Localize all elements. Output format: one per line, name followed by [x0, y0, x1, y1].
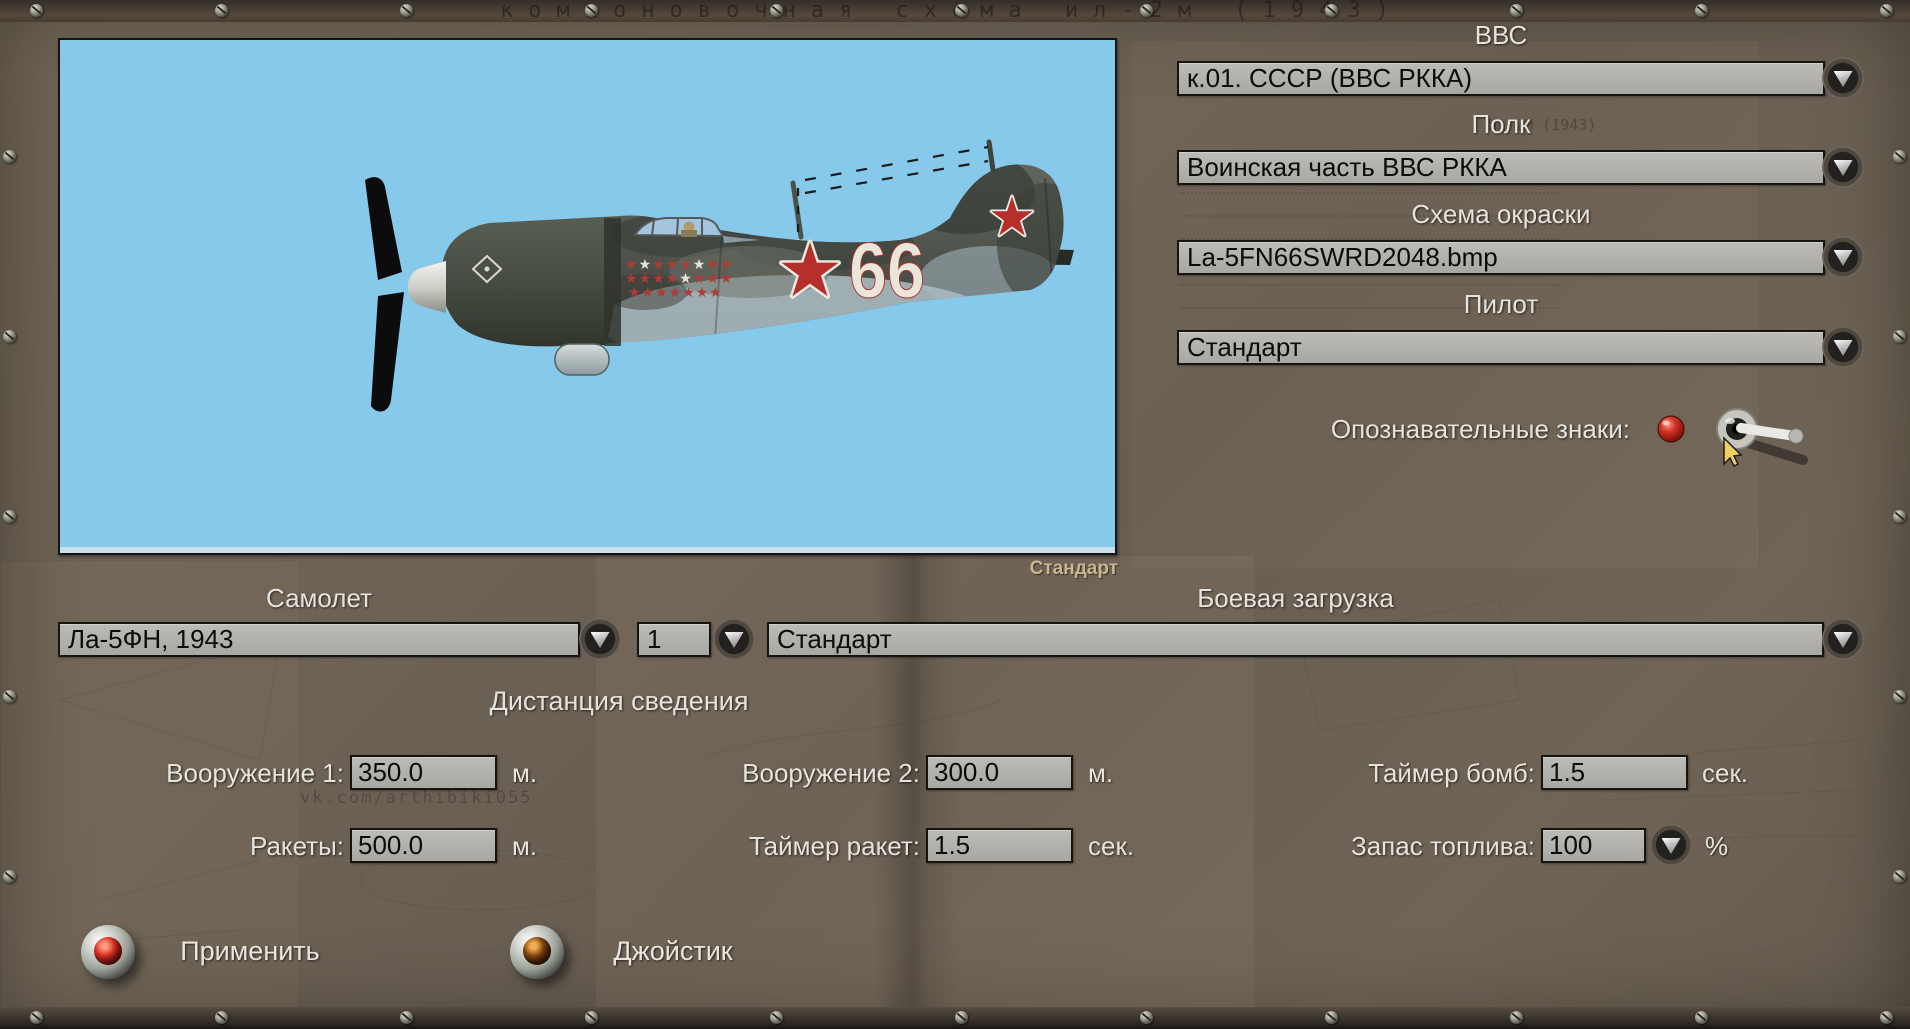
screw-icon — [3, 870, 16, 883]
apply-button-label: Применить — [180, 936, 320, 966]
fuel-unit: % — [1705, 831, 1729, 861]
screw-icon — [1695, 1011, 1708, 1024]
rocket-timer-unit: сек. — [1088, 831, 1135, 861]
screw-icon — [1140, 4, 1153, 17]
screw-icon — [3, 510, 16, 523]
screw-icon — [1893, 150, 1906, 163]
screw-icon — [1325, 4, 1338, 17]
chevron-down-icon — [724, 632, 744, 648]
rockets-unit: м. — [512, 831, 538, 861]
markings-toggle[interactable] — [1645, 396, 1855, 476]
chevron-down-icon — [590, 632, 610, 648]
rockets-input[interactable] — [350, 828, 497, 863]
screw-icon — [1510, 4, 1523, 17]
rocket-timer-label: Таймер ракет: — [748, 831, 920, 861]
loadout-dropdown-button[interactable] — [1822, 618, 1864, 660]
weapon1-label: Вооружение 1: — [166, 758, 344, 788]
red-button-icon — [94, 937, 122, 965]
aircraft-side-view: ★★★★★★★★ ★★★★★★★★ ★★★★★★★ 66 — [365, 139, 1074, 412]
preview-caption: Стандарт — [1029, 558, 1118, 579]
skin-select[interactable]: La-5FN66SWRD2048.bmp — [1177, 240, 1825, 275]
aircraft-preview-pane: ★★★★★★★★ ★★★★★★★★ ★★★★★★★ 66 — [58, 38, 1117, 555]
screw-icon — [1893, 870, 1906, 883]
screw-icon — [585, 1011, 598, 1024]
rocket-timer-input[interactable] — [926, 828, 1073, 863]
fuel-input[interactable] — [1541, 828, 1646, 863]
screw-icon — [955, 1011, 968, 1024]
aircraft-dropdown-button[interactable] — [579, 618, 621, 660]
screw-icon — [1893, 330, 1906, 343]
screw-icon — [215, 4, 228, 17]
screw-icon — [1893, 690, 1906, 703]
skin-label: Схема окраски — [1411, 199, 1591, 229]
indicator-lamp — [1657, 415, 1685, 443]
screw-icon — [955, 4, 968, 17]
skin-dropdown-button[interactable] — [1822, 236, 1864, 278]
loadout-label: Боевая загрузка — [1197, 583, 1394, 613]
rockets-label: Ракеты: — [249, 831, 344, 861]
background-blueprint-title: компоновочная схема ил-2м (1943) — [500, 0, 1404, 22]
watermark-text: vk.com/arthibiki055 — [300, 788, 533, 808]
vvs-dropdown-button[interactable] — [1822, 57, 1864, 99]
chevron-down-icon — [1833, 160, 1853, 176]
pilot-dropdown-button[interactable] — [1822, 326, 1864, 368]
chevron-down-icon — [1661, 838, 1681, 854]
screw-icon — [3, 690, 16, 703]
screw-icon — [770, 1011, 783, 1024]
screw-icon — [400, 4, 413, 17]
screw-icon — [400, 1011, 413, 1024]
weapon2-input[interactable] — [926, 755, 1073, 790]
screw-icon — [1510, 1011, 1523, 1024]
chevron-down-icon — [1833, 632, 1853, 648]
vvs-select[interactable]: к.01. СССР (ВВС РККА) — [1177, 61, 1825, 96]
weapon1-unit: м. — [512, 758, 538, 788]
bomb-timer-label: Таймер бомб: — [1368, 758, 1535, 788]
weapon2-label: Вооружение 2: — [742, 758, 920, 788]
markings-label: Опознавательные знаки: — [1330, 414, 1630, 444]
chevron-down-icon — [1833, 71, 1853, 87]
faded-dotted-line — [1180, 192, 1560, 194]
regiment-select[interactable]: Воинская часть ВВС РККА — [1177, 150, 1825, 185]
screw-icon — [1695, 4, 1708, 17]
faded-dotted-line — [1180, 284, 1560, 286]
pilot-select[interactable]: Стандарт — [1177, 330, 1825, 365]
bomb-timer-unit: сек. — [1702, 758, 1749, 788]
chevron-down-icon — [1833, 340, 1853, 356]
screw-icon — [30, 4, 43, 17]
vvs-label: ВВС — [1474, 20, 1528, 50]
screw-icon — [1880, 4, 1893, 17]
convergence-title: Дистанция сведения — [489, 686, 749, 716]
fuel-dropdown-button[interactable] — [1650, 824, 1692, 866]
screw-icon — [770, 4, 783, 17]
screw-icon — [30, 1011, 43, 1024]
screw-icon — [1880, 1011, 1893, 1024]
screw-icon — [585, 4, 598, 17]
apply-button[interactable] — [81, 925, 135, 979]
aircraft-select[interactable]: Ла-5ФН, 1943 — [58, 622, 580, 657]
screw-icon — [1325, 1011, 1338, 1024]
screw-icon — [1893, 510, 1906, 523]
fuel-label: Запас топлива: — [1351, 831, 1535, 861]
regiment-dropdown-button[interactable] — [1822, 146, 1864, 188]
joystick-button-label: Джойстик — [613, 936, 733, 966]
loadout-select[interactable]: Стандарт — [767, 622, 1824, 657]
joystick-button[interactable] — [510, 925, 564, 979]
weapon2-unit: м. — [1088, 758, 1114, 788]
screw-icon — [215, 1011, 228, 1024]
screw-icon — [3, 150, 16, 163]
chevron-down-icon — [1833, 250, 1853, 266]
screw-icon — [3, 330, 16, 343]
board-number: 66 — [849, 226, 925, 314]
amber-button-icon — [523, 937, 551, 965]
svg-text:★★★★★★★: ★★★★★★★ — [628, 285, 723, 301]
aircraft-arming-screen: Ил-2М (1943) vk.com/arthibiki055 компоно… — [0, 0, 1910, 1029]
screw-icon — [1140, 1011, 1153, 1024]
pilot-label: Пилот — [1463, 289, 1539, 319]
weapon1-input[interactable] — [350, 755, 497, 790]
aircraft-label: Самолет — [266, 583, 372, 613]
aircraft-count-field[interactable]: 1 — [637, 622, 711, 657]
count-dropdown-button[interactable] — [713, 618, 755, 660]
regiment-label: Полк — [1471, 109, 1531, 139]
bomb-timer-input[interactable] — [1541, 755, 1688, 790]
